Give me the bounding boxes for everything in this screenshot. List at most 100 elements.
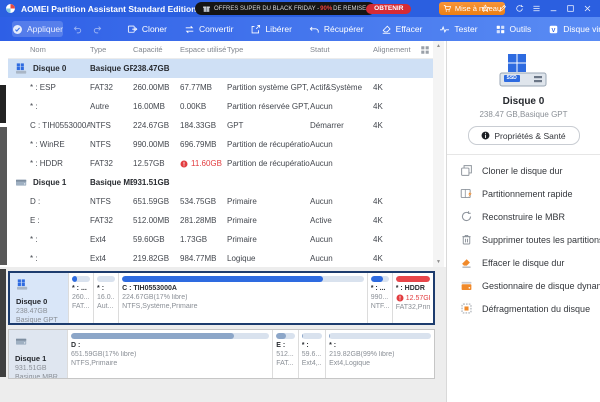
table-row[interactable]: * :Autre16.00MB0.00KBPartition réservée …	[8, 97, 433, 116]
partition-cell[interactable]: * :59.6...Ext4,...	[298, 330, 325, 378]
table-row[interactable]: Disque 1Basique MBR931.51GB	[8, 173, 433, 192]
sidebar-action-gestionnaire-de-disque-dynamique[interactable]: Gestionnaire de disque dynamique	[447, 274, 600, 297]
row-fs: FAT32	[90, 159, 133, 168]
partition-table: NomTypeCapacitéEspace utiliséTypeStatutA…	[8, 41, 433, 267]
partition-name: * :	[97, 285, 115, 292]
row-ptype: Primaire	[227, 235, 310, 244]
app-title: AOMEI Partition Assistant Standard Editi…	[21, 4, 196, 14]
partition-cell[interactable]: * :219.82GB(99% libre)Ext4,Logique	[325, 330, 434, 378]
column-header[interactable]: Espace utilisé	[180, 45, 227, 54]
partition-fs: FAT32,Prim...	[396, 304, 430, 311]
sidebar-action-cloner-le-disque-dur[interactable]: Cloner le disque dur	[447, 159, 600, 182]
column-header[interactable]: Statut	[310, 45, 373, 54]
sidebar: SSD Disque 0 238.47 GB,Basique GPT Propr…	[446, 41, 600, 402]
column-header[interactable]: Capacité	[133, 45, 180, 54]
row-used: 696.79MB	[180, 140, 227, 149]
partition-name: * :	[302, 342, 322, 349]
table-row[interactable]: * : WinRENTFS990.00MB696.79MBPartition d…	[8, 135, 433, 154]
toolbar-button-liberer[interactable]: Libérer	[250, 24, 291, 35]
promo-banner[interactable]: OFFRES SUPER DU BLACK FRIDAY - 90% DE RE…	[195, 2, 375, 15]
row-used: 1.73GB	[180, 235, 227, 244]
table-row[interactable]: C : TIH0553000ANTFS224.67GB184.33GBGPTDé…	[8, 116, 433, 135]
row-name: Disque 0	[33, 64, 66, 73]
toolbar-button-disque-virtuel[interactable]: VDisque virtuel	[548, 24, 600, 35]
scroll-down-icon[interactable]: ▼	[433, 259, 444, 265]
minimize-icon[interactable]	[549, 4, 558, 13]
partition-usage-bar	[122, 276, 364, 282]
row-name-cell: * : ESP	[8, 83, 90, 92]
sidebar-action-defragmentation-du-disque[interactable]: Défragmentation du disque	[447, 297, 600, 320]
promo-cta-button[interactable]: OBTENIR	[366, 4, 411, 14]
scroll-up-icon[interactable]: ▲	[433, 43, 444, 49]
clone-icon	[127, 24, 138, 35]
row-status: Actif&Système	[310, 83, 373, 92]
partition-usage-bar	[71, 333, 269, 339]
partition-size: 16.0...	[97, 294, 115, 301]
svg-text:V: V	[552, 27, 556, 33]
row-name-cell: * :	[8, 254, 90, 263]
row-used-value: 11.60GB	[191, 159, 222, 168]
ssd-drive-icon	[494, 53, 554, 91]
table-row[interactable]: * : HDDRFAT3212.57GB11.60GBPartition de …	[8, 154, 433, 173]
toolbar-button-effacer[interactable]: Effacer	[381, 24, 423, 35]
partition-usage-bar	[396, 276, 430, 282]
table-row[interactable]: Disque 0Basique GPT238.47GB	[8, 59, 433, 78]
gift-icon	[202, 4, 211, 13]
sidebar-action-effacer-le-disque-dur[interactable]: Effacer le disque dur	[447, 251, 600, 274]
star-icon[interactable]	[481, 4, 490, 13]
column-header[interactable]: Type	[227, 45, 310, 54]
menu-icon[interactable]	[532, 4, 541, 13]
apply-button[interactable]: Appliquer	[12, 21, 63, 37]
table-row[interactable]: * : ESPFAT32260.00MB67.77MBPartition sys…	[8, 78, 433, 97]
disk-panel-disque-1[interactable]: Disque 1931.51GBBasique MBRD :651.59GB(1…	[8, 329, 435, 379]
partition-cell[interactable]: * : ...990...NTF...	[367, 273, 392, 323]
row-used: 281.28MB	[180, 216, 227, 225]
sidebar-action-reconstruire-le-mbr[interactable]: Reconstruire le MBR	[447, 205, 600, 228]
partition-usage-bar	[329, 333, 431, 339]
partition-cell[interactable]: D :651.59GB(17% libre)NTFS,Primaire	[67, 330, 272, 378]
sidebar-action-partitionnement-rapide[interactable]: Partitionnement rapide	[447, 182, 600, 205]
column-settings-icon[interactable]	[420, 45, 430, 55]
table-row[interactable]: E :FAT32512.00MB281.28MBPrimaireActive4K	[8, 211, 433, 230]
partition-cell[interactable]: * : HDDR12.57GB...FAT32,Prim...	[392, 273, 433, 323]
app-logo-icon	[5, 3, 16, 14]
apply-check-icon	[12, 24, 23, 35]
toolbar-button-tester[interactable]: Tester	[439, 24, 477, 35]
row-name-cell: D :	[8, 197, 90, 206]
disk-panel-disque-0[interactable]: Disque 0238.47GBBasique GPT* : ...260...…	[8, 271, 435, 325]
row-ptype: Logique	[227, 254, 310, 263]
maximize-icon[interactable]	[566, 4, 575, 13]
partition-size-value: 990...	[371, 294, 389, 301]
partition-cell[interactable]: E :512...FAT...	[272, 330, 298, 378]
table-row[interactable]: * :Ext459.60GB1.73GBPrimaireAucun4K	[8, 230, 433, 249]
disk-graphic: SSD	[494, 53, 554, 91]
redo-icon[interactable]	[92, 24, 103, 35]
sidebar-action-supprimer-toutes-les-partitions[interactable]: Supprimer toutes les partitions	[447, 228, 600, 251]
toolbar-button-outils[interactable]: Outils	[495, 24, 532, 35]
partition-cell[interactable]: C : TIH0553000A224.67GB(17% libre)NTFS,S…	[118, 273, 367, 323]
table-scrollbar[interactable]: ▲ ▼	[433, 41, 444, 267]
toolbar-button-label: Effacer	[396, 24, 423, 34]
table-row[interactable]: * :Ext4219.82GB984.77MBLogiqueAucun4K	[8, 249, 433, 268]
column-header[interactable]: Type	[90, 45, 133, 54]
toolbar-button-cloner[interactable]: Cloner	[127, 24, 167, 35]
column-header[interactable]: Nom	[8, 45, 90, 54]
partition-usage-fill	[302, 333, 303, 339]
toolbar-button-recuperer[interactable]: Récupérer	[309, 24, 364, 35]
toolbar-button-convertir[interactable]: Convertir	[184, 24, 233, 35]
undo-icon[interactable]	[72, 24, 83, 35]
partition-name: C : TIH0553000A	[122, 285, 364, 292]
properties-health-button[interactable]: Propriétés & Santé	[468, 126, 580, 145]
partition-name: * : ...	[371, 285, 389, 292]
row-ptype: Partition système GPT, EFI	[227, 83, 310, 92]
refresh-icon[interactable]	[515, 4, 524, 13]
ssd-label: SSD	[504, 75, 520, 82]
feedback-icon[interactable]	[498, 4, 507, 13]
row-name-cell: Disque 0	[8, 63, 90, 74]
health-label: Propriétés & Santé	[494, 131, 565, 141]
close-icon[interactable]	[583, 4, 592, 13]
partition-cell[interactable]: * :16.0...Aut...	[93, 273, 118, 323]
row-align: 4K	[373, 197, 433, 206]
table-row[interactable]: D :NTFS651.59GB534.75GBPrimaireAucun4K	[8, 192, 433, 211]
partition-cell[interactable]: * : ...260...FAT...	[68, 273, 93, 323]
